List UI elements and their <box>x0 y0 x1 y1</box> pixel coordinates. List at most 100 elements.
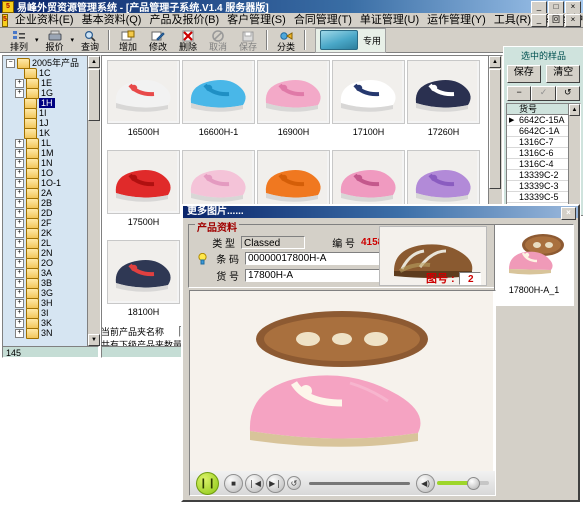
tree-node-1i[interactable]: 1I <box>6 107 87 119</box>
tree-node-1h[interactable]: 1H <box>6 97 87 109</box>
expand-icon[interactable]: + <box>15 168 24 178</box>
dialog-thumbnail-pane[interactable]: 17800H-A_1 <box>494 224 574 306</box>
toolbar-dropdown-quote[interactable]: ▾ <box>71 36 75 44</box>
expand-icon[interactable]: + <box>15 238 24 248</box>
expand-icon[interactable]: + <box>15 288 24 298</box>
clear-samples-button[interactable]: 清空 <box>546 65 581 83</box>
tree-node-2a[interactable]: +2A <box>6 187 87 199</box>
menu-item-tools[interactable]: 工具(R) <box>490 14 535 27</box>
product-cell[interactable]: 16900H <box>256 60 331 148</box>
expand-icon[interactable]: + <box>15 278 24 288</box>
expand-icon[interactable]: + <box>15 178 24 188</box>
progress-slider[interactable] <box>309 481 410 485</box>
toolbar-button-cancel[interactable]: 取消 <box>203 29 233 52</box>
tree-node-1g[interactable]: +1G <box>6 87 87 99</box>
product-image[interactable] <box>257 60 330 124</box>
tree-node-1l[interactable]: +1L <box>6 137 87 149</box>
menu-item-products[interactable]: 产品及报价(B) <box>145 14 223 27</box>
pause-icon[interactable]: ❙❙ <box>196 471 219 495</box>
samples-confirm-button[interactable]: ✓ <box>531 86 556 101</box>
tree-scroll-thumb[interactable] <box>88 69 100 121</box>
expand-icon[interactable]: + <box>15 248 24 258</box>
tree-node-1o[interactable]: +1O <box>6 167 87 179</box>
tree-node-3g[interactable]: +3G <box>6 287 87 299</box>
expand-icon[interactable]: + <box>15 148 24 158</box>
menu-item-customers[interactable]: 客户管理(S) <box>223 14 290 27</box>
menu-item-enterprise[interactable]: 企业资料(E) <box>11 14 78 27</box>
tree-scroll-down-button[interactable]: ▼ <box>88 334 100 346</box>
picture-viewer[interactable]: ❙❙ ■ ❘◀ ▶❘ ↺ ◀) <box>189 290 496 496</box>
next-icon[interactable]: ▶❘ <box>266 473 285 493</box>
tree-node-3h[interactable]: +3H <box>6 297 87 309</box>
toolbar-button-special[interactable]: 专用 <box>315 27 387 53</box>
expand-icon[interactable]: + <box>15 208 24 218</box>
grid-scroll-up-button[interactable]: ▲ <box>489 56 501 68</box>
product-cell[interactable]: 17100H <box>331 60 406 148</box>
product-image[interactable] <box>407 60 480 124</box>
tree-node-1k[interactable]: 1K <box>6 127 87 139</box>
prev-icon[interactable]: ❘◀ <box>245 473 264 493</box>
tree-node-3k[interactable]: +3K <box>6 317 87 329</box>
product-cell[interactable]: 18100H <box>106 240 181 328</box>
menu-item-basic-data[interactable]: 基本资料(Q) <box>78 14 146 27</box>
expand-icon[interactable]: + <box>15 318 24 328</box>
rewind-icon[interactable]: ↺ <box>287 476 301 490</box>
samples-scroll-up-button[interactable]: ▲ <box>569 104 580 116</box>
product-image[interactable] <box>107 240 180 304</box>
tree-node-1e[interactable]: +1E <box>6 77 87 89</box>
picture-number-value[interactable]: 2 <box>458 271 481 285</box>
grid-scroll-thumb[interactable] <box>489 69 501 189</box>
tree-node-1m[interactable]: +1M <box>6 147 87 159</box>
tree-node-2f[interactable]: +2F <box>6 217 87 229</box>
tree-node-3a[interactable]: +3A <box>6 267 87 279</box>
toolbar-button-edit[interactable]: 修改 <box>143 29 173 52</box>
expand-icon[interactable]: + <box>15 218 24 228</box>
tree-node-1c[interactable]: 1C <box>6 67 87 79</box>
expand-icon[interactable]: + <box>15 268 24 278</box>
expand-icon[interactable]: + <box>15 308 24 318</box>
samples-delete-button[interactable]: − <box>507 86 532 101</box>
product-cell[interactable]: 16500H <box>106 60 181 148</box>
collapse-icon[interactable]: − <box>6 58 15 68</box>
product-cell[interactable]: 17500H <box>106 150 181 238</box>
tree-node-2k[interactable]: +2K <box>6 227 87 239</box>
product-cell[interactable]: 17260H <box>406 60 481 148</box>
mdi-maximize-button[interactable]: 回 <box>548 14 564 27</box>
tree-node-2d[interactable]: +2D <box>6 207 87 219</box>
volume-slider[interactable] <box>437 477 489 490</box>
menu-item-operations[interactable]: 运作管理(Y) <box>423 14 490 27</box>
tree-node-2b[interactable]: +2B <box>6 197 87 209</box>
volume-knob[interactable] <box>467 477 480 490</box>
tree-node-2n[interactable]: +2N <box>6 247 87 259</box>
expand-icon[interactable]: + <box>15 258 24 268</box>
expand-icon[interactable]: + <box>15 188 24 198</box>
product-folder-tree[interactable]: − 2005年产品 1C +1E +1G 1H 1I 1J 1K +1L +1M +1N +1O +1… <box>2 55 101 347</box>
stop-icon[interactable]: ■ <box>224 473 243 493</box>
tree-node-3b[interactable]: +3B <box>6 277 87 289</box>
product-image[interactable] <box>332 60 405 124</box>
tree-node-3n[interactable]: +3N <box>6 327 87 339</box>
tree-node-2l[interactable]: +2L <box>6 237 87 249</box>
toolbar-button-save[interactable]: 保存 <box>233 29 263 52</box>
toolbar-button-category[interactable]: 分类 <box>271 29 301 52</box>
product-cell[interactable]: 16600H-1 <box>181 60 256 148</box>
menu-item-documents[interactable]: 单证管理(U) <box>356 14 423 27</box>
tree-node-1o-1[interactable]: +1O-1 <box>6 177 87 189</box>
tree-node-1j[interactable]: 1J <box>6 117 87 129</box>
expand-icon[interactable]: + <box>15 158 24 168</box>
product-image[interactable] <box>107 60 180 124</box>
volume-icon[interactable]: ◀) <box>416 473 435 493</box>
tree-node-2o[interactable]: +2O <box>6 257 87 269</box>
tree-node-3i[interactable]: +3I <box>6 307 87 319</box>
toolbar-button-search[interactable]: 查询 <box>75 29 105 52</box>
tree-scroll-up-button[interactable]: ▲ <box>88 56 100 68</box>
expand-icon[interactable]: + <box>15 228 24 238</box>
tree-scrollbar[interactable]: ▲ ▼ <box>87 56 100 346</box>
toolbar-button-quote[interactable]: 报价 <box>40 29 70 52</box>
toolbar-button-delete[interactable]: 删除 <box>173 29 203 52</box>
toolbar-dropdown-sort[interactable]: ▾ <box>35 36 39 44</box>
menu-item-contracts[interactable]: 合同管理(T) <box>290 14 356 27</box>
toolbar-button-sort[interactable]: 排列 <box>4 29 34 52</box>
mdi-minimize-button[interactable]: _ <box>531 14 547 27</box>
tree-node-root[interactable]: − 2005年产品 <box>6 57 87 69</box>
